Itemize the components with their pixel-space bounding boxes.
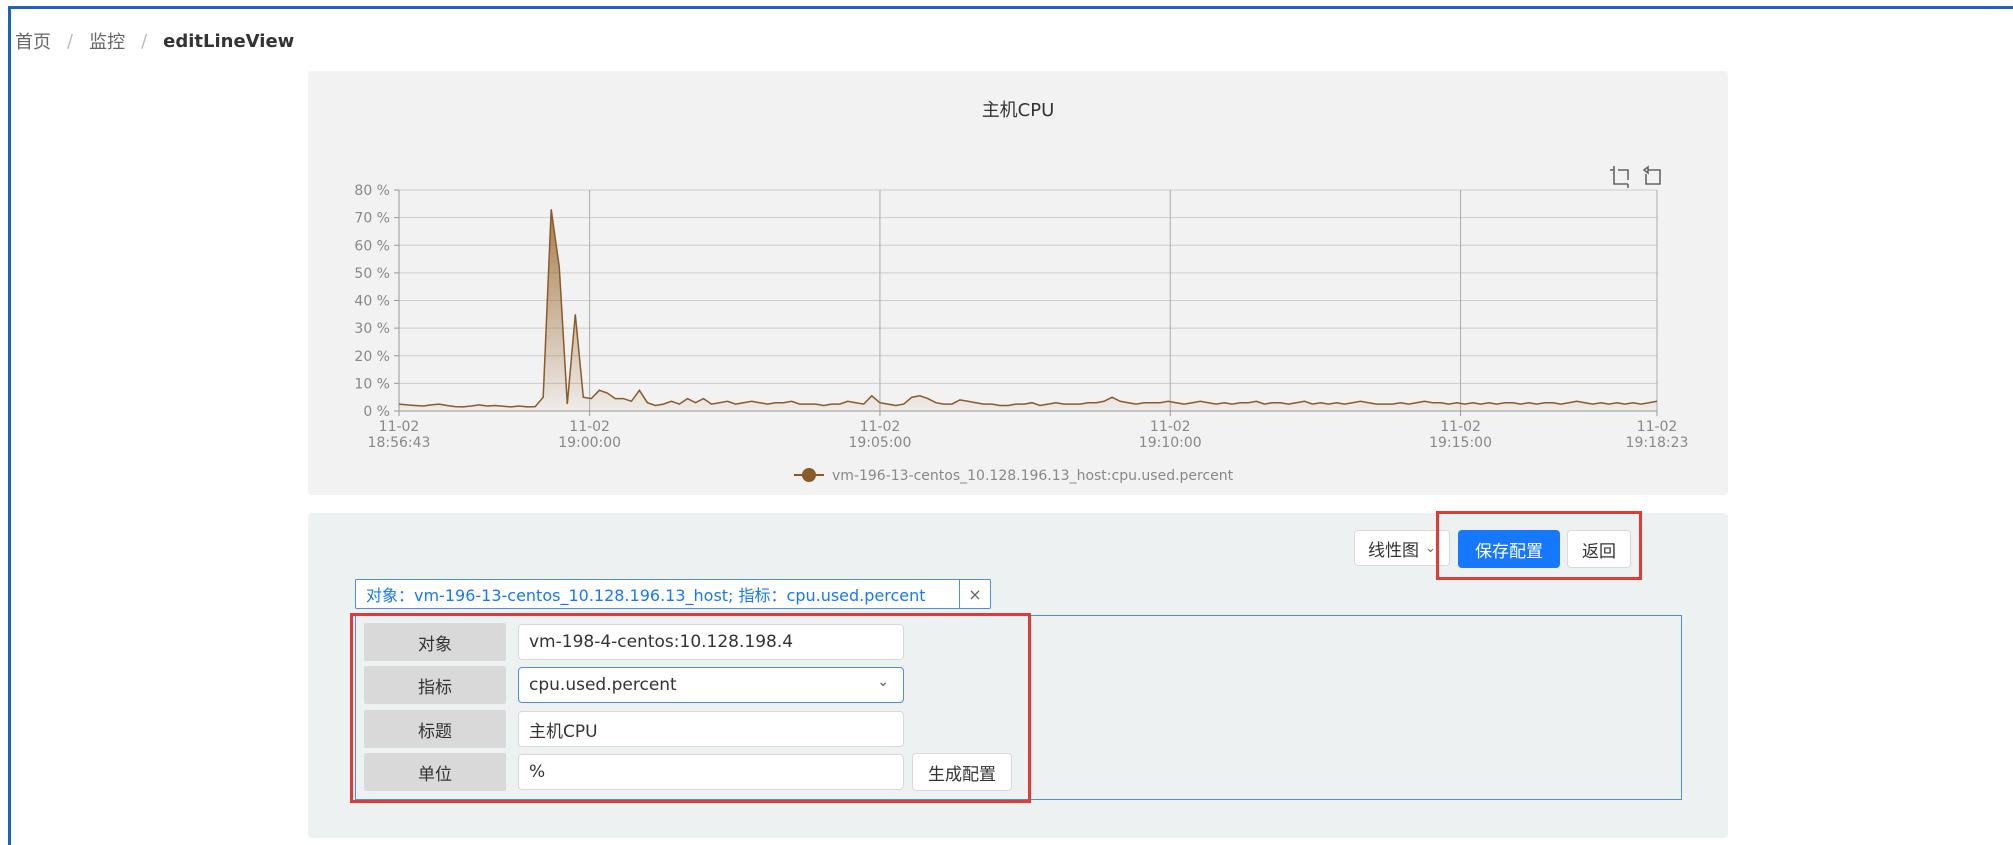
x-tick-label-date: 11-02 bbox=[1440, 419, 1481, 435]
x-tick-label-date: 11-02 bbox=[1637, 419, 1678, 435]
unit-label: 单位 bbox=[364, 753, 506, 791]
title-input-value: 主机CPU bbox=[529, 721, 598, 742]
x-tick-label-date: 11-02 bbox=[569, 419, 610, 435]
y-tick-label: 0 % bbox=[363, 404, 390, 420]
legend-label: vm-196-13-centos_10.128.196.13_host:cpu.… bbox=[832, 468, 1234, 484]
y-tick-label: 50 % bbox=[354, 266, 390, 282]
y-tick-label: 20 % bbox=[354, 349, 390, 365]
y-tick-label: 80 % bbox=[354, 183, 390, 199]
series-area bbox=[399, 209, 1657, 411]
back-button[interactable]: 返回 bbox=[1567, 530, 1631, 568]
zoom-restore-icon bbox=[1642, 165, 1661, 185]
series-tag-text: 对象：vm-196-13-centos_10.128.196.13_host; … bbox=[366, 586, 926, 605]
y-tick-label: 60 % bbox=[354, 238, 390, 254]
breadcrumb-monitor[interactable]: 监控 bbox=[89, 28, 125, 54]
x-tick-label-date: 11-02 bbox=[379, 419, 420, 435]
chevron-down-icon: ⌄ bbox=[1425, 540, 1436, 556]
x-tick-label-date: 11-02 bbox=[860, 419, 901, 435]
form-row-metric: 指标 cpu.used.percent ⌄ bbox=[364, 666, 904, 704]
legend-marker bbox=[802, 468, 816, 482]
x-tick-label-time: 19:00:00 bbox=[558, 435, 621, 451]
breadcrumb-home[interactable]: 首页 bbox=[15, 28, 51, 54]
title-label: 标题 bbox=[364, 710, 506, 748]
form-row-title: 标题 主机CPU bbox=[364, 710, 904, 748]
zoom-select-icon bbox=[1610, 166, 1629, 188]
breadcrumb-separator: / bbox=[141, 30, 148, 52]
chart-type-select[interactable]: 线性图 ⌄ bbox=[1354, 530, 1450, 566]
series-tag: 对象：vm-196-13-centos_10.128.196.13_host; … bbox=[355, 579, 991, 609]
x-tick-label-time: 19:05:00 bbox=[848, 435, 911, 451]
series-line bbox=[398, 209, 1658, 408]
x-tick-label-time: 18:56:43 bbox=[368, 435, 431, 451]
x-tick-label-time: 19:10:00 bbox=[1139, 435, 1202, 451]
y-tick-label: 30 % bbox=[354, 321, 390, 337]
breadcrumb: 首页 / 监控 / editLineView bbox=[15, 28, 294, 54]
x-tick-label-time: 19:15:00 bbox=[1429, 435, 1492, 451]
x-tick-label-date: 11-02 bbox=[1150, 419, 1191, 435]
chart-panel: 主机CPU 0 % 10 % 20 % 30 % 40 % 50 % 60 % 70 % 80 … bbox=[308, 71, 1728, 495]
form-row-object: 对象 vm-198-4-centos:10.128.198.4 bbox=[364, 623, 904, 661]
metric-label: 指标 bbox=[364, 666, 506, 704]
close-icon[interactable]: × bbox=[959, 580, 990, 608]
metric-select-value: cpu.used.percent bbox=[529, 675, 677, 695]
save-config-button[interactable]: 保存配置 bbox=[1458, 530, 1560, 568]
line-chart: 0 % 10 % 20 % 30 % 40 % 50 % 60 % 70 % 80 % 11-02… bbox=[354, 165, 1689, 484]
unit-input-value: % bbox=[529, 762, 546, 782]
breadcrumb-separator: / bbox=[67, 30, 74, 52]
object-input[interactable]: vm-198-4-centos:10.128.198.4 bbox=[518, 624, 904, 660]
form-row-unit: 单位 % 生成配置 bbox=[364, 753, 1012, 791]
chart-type-label: 线性图 bbox=[1368, 540, 1420, 561]
breadcrumb-current: editLineView bbox=[163, 30, 295, 52]
chevron-down-icon: ⌄ bbox=[877, 674, 889, 690]
unit-input[interactable]: % bbox=[518, 754, 904, 790]
y-tick-label: 40 % bbox=[354, 294, 390, 310]
x-tick-label-time: 19:18:23 bbox=[1626, 435, 1689, 451]
y-tick-label: 70 % bbox=[354, 211, 390, 227]
title-input[interactable]: 主机CPU bbox=[518, 711, 904, 747]
object-input-value: vm-198-4-centos:10.128.198.4 bbox=[529, 632, 794, 652]
metric-select[interactable]: cpu.used.percent ⌄ bbox=[518, 667, 904, 703]
object-label: 对象 bbox=[364, 623, 506, 661]
generate-config-button[interactable]: 生成配置 bbox=[912, 753, 1012, 791]
y-tick-label: 10 % bbox=[354, 376, 390, 392]
